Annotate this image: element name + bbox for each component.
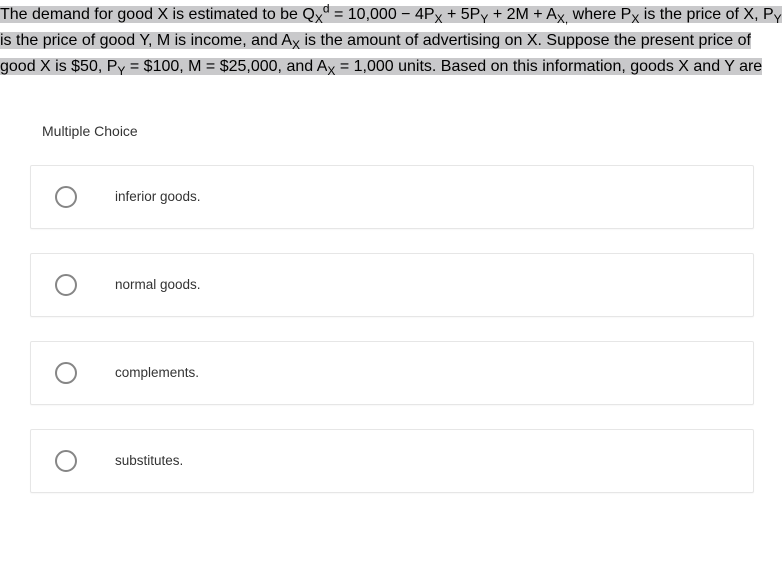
option-label: normal goods. [115,277,201,292]
question-block: The demand for good X is estimated to be… [0,0,784,81]
option-label: inferior goods. [115,189,201,204]
radio-icon[interactable] [55,362,77,384]
option-label: complements. [115,365,199,380]
option-substitutes[interactable]: substitutes. [30,429,754,493]
option-normal-goods[interactable]: normal goods. [30,253,754,317]
options-list: inferior goods. normal goods. complement… [0,165,784,493]
question-text: The demand for good X is estimated to be… [0,0,784,81]
option-label: substitutes. [115,453,183,468]
radio-icon[interactable] [55,186,77,208]
option-inferior-goods[interactable]: inferior goods. [30,165,754,229]
radio-icon[interactable] [55,274,77,296]
multiple-choice-heading: Multiple Choice [42,123,784,139]
radio-icon[interactable] [55,450,77,472]
option-complements[interactable]: complements. [30,341,754,405]
